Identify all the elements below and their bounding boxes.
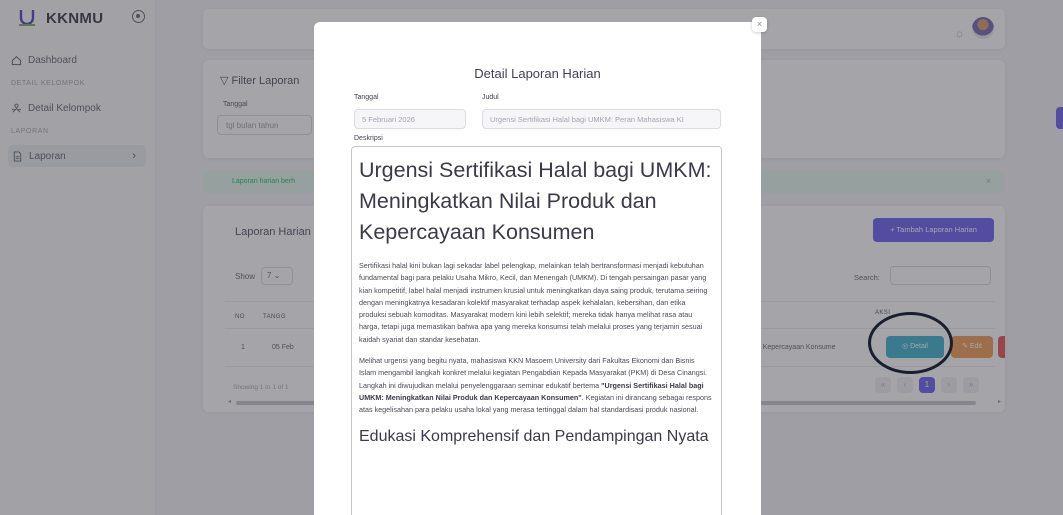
modal-title: Detail Laporan Harian bbox=[474, 66, 601, 81]
desc-heading: Urgensi Sertifikasi Halal bagi UMKM: Men… bbox=[359, 158, 712, 244]
desc-paragraph-2: Melihat urgensi yang begitu nyata, mahas… bbox=[359, 356, 712, 415]
modal-close-button[interactable]: × bbox=[752, 17, 767, 32]
modal-tanggal-label: Tanggal bbox=[354, 94, 379, 101]
modal-deskripsi-content[interactable]: Urgensi Sertifikasi Halal bagi UMKM: Men… bbox=[351, 146, 722, 515]
detail-laporan-modal: Detail Laporan Harian Tanggal 5 Februari… bbox=[314, 22, 761, 515]
desc-heading-2: Edukasi Komprehensif dan Pendampingan Ny… bbox=[359, 427, 709, 445]
modal-deskripsi-label: Deskripsi bbox=[354, 135, 383, 142]
desc-paragraph-1: Sertifikasi halal kini bukan lagi sekada… bbox=[359, 261, 708, 344]
modal-judul-field[interactable]: Urgensi Sertifikasi Halal bagi UMKM: Per… bbox=[482, 109, 721, 129]
highlight-circle bbox=[868, 312, 953, 374]
modal-judul-label: Judul bbox=[482, 94, 499, 101]
modal-tanggal-field[interactable]: 5 Februari 2026 bbox=[354, 109, 466, 129]
